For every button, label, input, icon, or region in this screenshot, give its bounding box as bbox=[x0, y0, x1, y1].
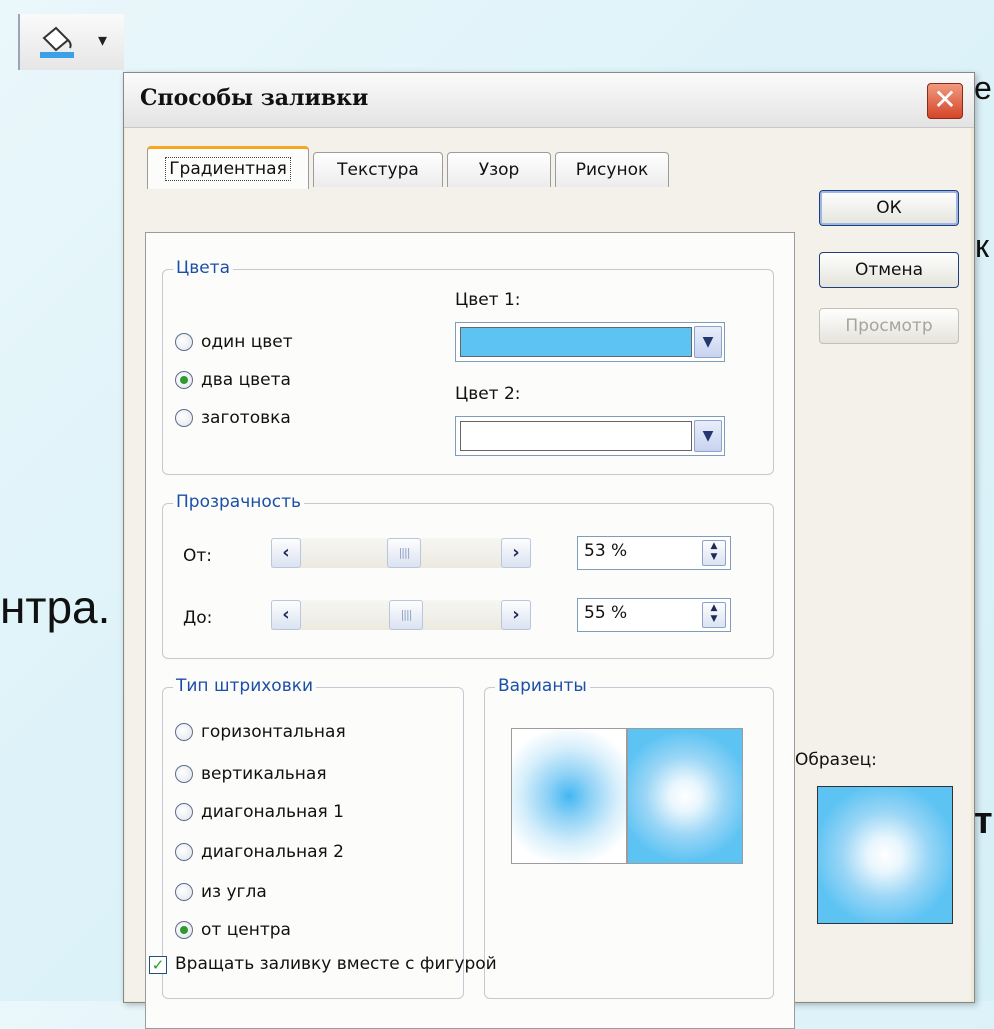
radio-diagonal-down[interactable]: диагональная 2 bbox=[175, 842, 344, 862]
tab-pattern[interactable]: Узор bbox=[447, 152, 551, 187]
to-percent-value[interactable]: 55 % bbox=[584, 603, 627, 623]
shading-styles-group-label: Тип штриховки bbox=[173, 676, 317, 696]
to-percent-spinner[interactable]: 55 % ▲ ▼ bbox=[577, 598, 731, 632]
dialog-title: Способы заливки bbox=[140, 85, 369, 111]
color2-label: Цвет 2: bbox=[455, 384, 521, 404]
chevron-down-icon[interactable]: ▼ bbox=[694, 326, 722, 358]
from-percent-value[interactable]: 53 % bbox=[584, 541, 627, 561]
tab-texture[interactable]: Текстура bbox=[313, 152, 443, 187]
slider-thumb[interactable]: |||| bbox=[387, 538, 421, 568]
background-text-fragment: т bbox=[974, 800, 993, 842]
radio-from-center[interactable]: от центра bbox=[175, 920, 291, 940]
gradient-tab-panel: Цвета один цвет два цвета заготовка Цвет… bbox=[145, 232, 795, 1029]
chevron-down-icon[interactable]: ▾ bbox=[98, 30, 107, 51]
from-transparency-slider[interactable]: ‹ |||| › bbox=[271, 538, 531, 568]
chevron-down-icon[interactable]: ▼ bbox=[694, 420, 722, 452]
background-text-fragment: е bbox=[974, 70, 992, 106]
dialog-body: Градиентная Текстура Узор Рисунок Цвета … bbox=[125, 128, 971, 1029]
radio-button[interactable] bbox=[175, 723, 193, 741]
colors-group: Цвета один цвет два цвета заготовка Цвет… bbox=[162, 258, 774, 475]
chevron-left-icon[interactable]: ‹ bbox=[271, 600, 301, 630]
preview-button[interactable]: Просмотр bbox=[819, 308, 959, 344]
radio-button[interactable] bbox=[175, 883, 193, 901]
color2-dropdown[interactable]: ▼ bbox=[455, 416, 725, 456]
to-transparency-slider[interactable]: ‹ |||| › bbox=[271, 600, 531, 630]
radio-button[interactable] bbox=[175, 765, 193, 783]
radio-button[interactable] bbox=[175, 409, 193, 427]
spin-arrows-icon[interactable]: ▲ ▼ bbox=[702, 540, 726, 566]
colors-group-label: Цвета bbox=[173, 258, 233, 278]
dialog-titlebar[interactable]: Способы заливки ✕ bbox=[124, 73, 974, 128]
radio-diagonal-up[interactable]: диагональная 1 bbox=[175, 802, 344, 822]
from-percent-spinner[interactable]: 53 % ▲ ▼ bbox=[577, 536, 731, 570]
chevron-left-icon[interactable]: ‹ bbox=[271, 538, 301, 568]
radio-preset[interactable]: заготовка bbox=[175, 408, 291, 428]
color1-label: Цвет 1: bbox=[455, 290, 521, 310]
spin-arrows-icon[interactable]: ▲ ▼ bbox=[702, 602, 726, 628]
radio-button[interactable] bbox=[175, 333, 193, 351]
radio-button[interactable] bbox=[175, 843, 193, 861]
radio-two-colors[interactable]: два цвета bbox=[175, 370, 291, 390]
ok-button[interactable]: ОК bbox=[819, 190, 959, 226]
sample-label: Образец: bbox=[795, 750, 877, 770]
variant-center-dark[interactable] bbox=[511, 728, 627, 864]
background-text-fragment: нтра. bbox=[0, 581, 111, 633]
variants-group-label: Варианты bbox=[495, 676, 590, 696]
paint-bucket-icon bbox=[40, 26, 74, 58]
radio-button[interactable] bbox=[175, 803, 193, 821]
rotate-fill-checkbox[interactable]: ✓ bbox=[149, 956, 167, 974]
rotate-fill-checkbox-label[interactable]: Вращать заливку вместе с фигурой bbox=[175, 954, 497, 974]
to-label: До: bbox=[183, 608, 213, 628]
fill-effects-dialog: Способы заливки ✕ Градиентная Текстура У… bbox=[123, 72, 975, 1029]
background-text-fragment: к bbox=[975, 228, 989, 264]
radio-button[interactable] bbox=[175, 371, 193, 389]
color1-swatch bbox=[460, 327, 692, 357]
chevron-right-icon[interactable]: › bbox=[501, 538, 531, 568]
transparency-group-label: Прозрачность bbox=[173, 492, 305, 512]
variants-group: Варианты bbox=[484, 676, 774, 999]
from-label: От: bbox=[183, 546, 213, 566]
radio-button[interactable] bbox=[175, 921, 193, 939]
close-button[interactable]: ✕ bbox=[927, 83, 963, 119]
chevron-right-icon[interactable]: › bbox=[501, 600, 531, 630]
color1-dropdown[interactable]: ▼ bbox=[455, 322, 725, 362]
sample-preview bbox=[817, 786, 953, 924]
transparency-group: Прозрачность От: ‹ |||| › 53 % ▲ ▼ До: ‹ … bbox=[162, 492, 774, 659]
color2-swatch bbox=[460, 421, 692, 451]
tab-picture[interactable]: Рисунок bbox=[555, 152, 669, 187]
radio-from-corner[interactable]: из угла bbox=[175, 882, 267, 902]
shading-styles-group: Тип штриховки горизонтальная вертикальна… bbox=[162, 676, 464, 999]
slider-thumb[interactable]: |||| bbox=[389, 600, 423, 630]
radio-vertical[interactable]: вертикальная bbox=[175, 764, 327, 784]
fill-color-toolbar-button[interactable]: ▾ bbox=[18, 14, 124, 70]
cancel-button[interactable]: Отмена bbox=[819, 252, 959, 288]
radio-one-color[interactable]: один цвет bbox=[175, 332, 293, 352]
variant-center-light[interactable] bbox=[627, 728, 743, 864]
tab-gradient[interactable]: Градиентная bbox=[147, 146, 309, 189]
radio-horizontal[interactable]: горизонтальная bbox=[175, 722, 346, 742]
